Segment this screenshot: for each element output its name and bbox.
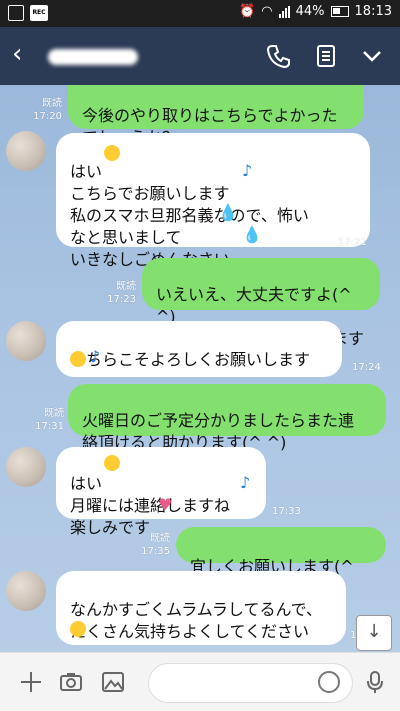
message-text: なんかすごくムラムラしてるんで、 たくさん気持ちよくしてください [70, 600, 323, 641]
notes-button[interactable] [312, 42, 340, 70]
message-input-bar [0, 652, 400, 711]
image-icon [102, 672, 124, 692]
chevron-down-icon [363, 51, 381, 62]
gallery-icon [8, 5, 24, 21]
signal-icon [278, 5, 290, 18]
smile-emoji-icon [104, 455, 120, 471]
timestamp: 17:33 [272, 506, 301, 517]
message-bubble-out[interactable]: 火曜日のご予定分かりましたらまた連 絡頂けると助かります(^ ^) [68, 384, 386, 452]
message-text: はい こちらでお願いします 私のスマホ旦那名義なので、怖い なと思いまして いき… [70, 162, 309, 269]
timestamp: 17:31 [35, 421, 64, 432]
camera-button[interactable] [58, 669, 84, 695]
smile-emoji-icon [70, 351, 86, 367]
clock: 18:13 [354, 4, 392, 19]
add-button[interactable] [18, 669, 44, 695]
timestamp: 17:21 [338, 237, 367, 248]
timestamp: 17:20 [33, 111, 62, 122]
message-text: 火曜日のご予定分かりましたらまた連 絡頂けると助かります(^ ^) [82, 411, 355, 452]
rec-icon: REC [30, 5, 48, 21]
avatar[interactable] [6, 131, 46, 171]
timestamp: 17:23 [107, 294, 136, 305]
sweat-drop-icon: 💧 [218, 203, 238, 222]
scroll-to-bottom-button[interactable]: ↓ [356, 615, 392, 651]
sweat-drop-icon: 💧 [242, 225, 262, 244]
battery-icon [330, 6, 349, 17]
read-receipt: 既読 [150, 533, 170, 544]
avatar[interactable] [6, 321, 46, 361]
phone-icon [266, 45, 290, 69]
camera-icon [60, 673, 82, 691]
message-bubble-out[interactable]: 今後のやり取りはこちらでよかったでしょうか？ [68, 85, 364, 147]
message-bubble-in[interactable]: はい こちらでお願いします 私のスマホ旦那名義なので、怖い なと思いまして いき… [56, 133, 370, 269]
chat-screen: REC ⏰ ◠ 44% 18:13 ‹ 既読 17:20 今後のやり取りはこちら… [0, 0, 400, 711]
music-note-icon: ♪ [242, 161, 253, 180]
status-bar: REC ⏰ ◠ 44% 18:13 [0, 0, 400, 27]
read-receipt: 既読 [116, 281, 136, 292]
menu-button[interactable] [358, 42, 386, 70]
message-meta: 既読 17:35 [136, 532, 170, 558]
timestamp: 17:35 [141, 546, 170, 557]
music-note-icon: ♪ [240, 473, 251, 492]
emoji-button[interactable] [318, 671, 340, 693]
avatar[interactable] [6, 571, 46, 611]
alarm-icon: ⏰ [239, 4, 256, 19]
contact-name-redacted [48, 49, 138, 65]
read-receipt: 既読 [44, 408, 64, 419]
read-receipt: 既読 [42, 98, 62, 109]
smile-emoji-icon [104, 145, 120, 161]
plus-icon [21, 672, 41, 692]
message-meta: 既読 17:31 [30, 407, 64, 433]
notes-icon [317, 45, 335, 67]
message-meta: 既読 17:23 [100, 280, 136, 306]
battery-percent: 44% [295, 4, 325, 19]
back-button[interactable]: ‹ [12, 41, 22, 67]
timestamp: 17:24 [352, 362, 381, 373]
music-note-icon: ♪ [90, 347, 101, 366]
message-bubble-out[interactable]: 宜しくお願いします(^ ^) [176, 527, 386, 598]
message-bubble-out[interactable]: いえいえ、大丈夫ですよ(^ ^) 改めてよろしくお願いします [142, 258, 380, 348]
heart-icon: ♥ [158, 495, 173, 514]
message-meta: 既読 17:20 [30, 97, 62, 123]
voice-button[interactable] [362, 669, 388, 695]
smile-emoji-icon [70, 621, 86, 637]
wifi-icon: ◠ [261, 4, 273, 19]
avatar[interactable] [6, 447, 46, 487]
message-text: こちらこそよろしくお願いします [70, 350, 311, 369]
photo-button[interactable] [100, 669, 126, 695]
message-bubble-in[interactable]: なんかすごくムラムラしてるんで、 たくさん気持ちよくしてください [56, 571, 346, 645]
chat-header: ‹ [0, 27, 400, 85]
message-list[interactable]: 既読 17:20 今後のやり取りはこちらでよかったでしょうか？ はい こちらでお… [0, 85, 400, 652]
arrow-down-icon: ↓ [366, 621, 382, 642]
call-button[interactable] [264, 42, 292, 70]
microphone-icon [367, 671, 383, 693]
